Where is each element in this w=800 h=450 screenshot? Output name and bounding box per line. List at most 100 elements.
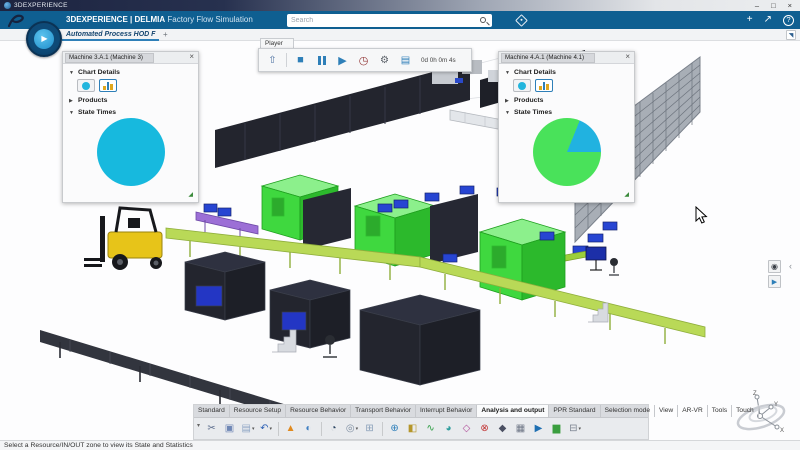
ribbon-tab[interactable]: View: [655, 405, 678, 417]
expand-icon[interactable]: ▶: [69, 98, 75, 104]
network-flow-icon[interactable]: ⊗: [476, 421, 494, 438]
collapse-icon[interactable]: ▼: [505, 110, 511, 116]
state-times-pie-chart: [97, 118, 165, 186]
event-list-icon[interactable]: ▤: [398, 53, 413, 68]
search-icon[interactable]: [480, 17, 486, 23]
capture-window-icon[interactable]: ⊞: [361, 421, 379, 438]
chart-context-icon[interactable]: ◢: [188, 191, 193, 198]
fullscreen-toggle-icon[interactable]: ◥: [786, 30, 796, 40]
maximize-button[interactable]: □: [771, 1, 776, 11]
state-times-pie-chart: [533, 118, 601, 186]
app-bar: ▶ 3DEXPERIENCE | DELMIA Factory Flow Sim…: [0, 11, 800, 29]
bar-chart-icon: [539, 82, 549, 90]
player-settings-icon[interactable]: ⚙: [377, 53, 392, 68]
compass-y-label[interactable]: Y: [774, 402, 778, 408]
ribbon-tab[interactable]: AR-VR: [678, 405, 708, 417]
stop-button[interactable]: ■: [293, 53, 308, 68]
collapse-icon[interactable]: ▼: [69, 70, 75, 76]
close-icon[interactable]: ×: [625, 52, 630, 61]
panel-header[interactable]: Machine 4.A.1 (Machine 4.1) ×: [499, 52, 634, 64]
pie-chart-type-button[interactable]: [77, 79, 95, 92]
add-content-button[interactable]: +: [747, 14, 753, 26]
compass-z-label[interactable]: Z: [753, 391, 757, 397]
foreground-conveyor[interactable]: [40, 330, 310, 404]
compass-3d-badge[interactable]: ▶: [26, 21, 62, 57]
search-box[interactable]: [287, 14, 492, 27]
panel-title: Machine 4.A.1 (Machine 4.1): [501, 53, 595, 63]
pie-chart-icon: [518, 82, 526, 90]
tag-icon[interactable]: [515, 14, 528, 27]
ribbon-tab[interactable]: Interrupt Behavior: [416, 405, 477, 417]
help-icon[interactable]: ?: [783, 15, 794, 26]
probe-icon[interactable]: ◎▾: [343, 421, 361, 438]
line-chart-icon[interactable]: ∿: [422, 421, 440, 438]
ribbon-tab[interactable]: Resource Behavior: [286, 405, 351, 417]
player-tab[interactable]: Player: [260, 38, 294, 48]
simulation-time-icon[interactable]: ◔: [325, 421, 343, 438]
state-profile-icon[interactable]: ◕: [440, 421, 458, 438]
panel-header[interactable]: Machine 3.A.1 (Machine 3) ×: [63, 52, 198, 64]
ribbon-tab[interactable]: PPR Standard: [549, 405, 600, 417]
play-button[interactable]: ▶: [335, 53, 350, 68]
close-icon[interactable]: ×: [189, 52, 194, 61]
pie-chart-icon: [82, 82, 90, 90]
pause-button[interactable]: [314, 53, 329, 68]
chevron-left-icon[interactable]: ‹: [789, 261, 792, 271]
chart-details-label: Chart Details: [514, 69, 556, 76]
undo-icon[interactable]: ↶▾: [257, 421, 275, 438]
measure-icon[interactable]: ◇: [458, 421, 476, 438]
player-panel: Player ⇧ ■ ▶ ◷ ⚙ ▤ 0d 0h 0m 4s: [258, 38, 472, 72]
update-status-icon[interactable]: ⊕: [386, 421, 404, 438]
collapse-icon[interactable]: ▼: [69, 110, 75, 116]
compass-x-label[interactable]: X: [780, 428, 784, 434]
replay-icon[interactable]: ▶: [530, 421, 548, 438]
chart-context-icon[interactable]: ◢: [624, 191, 629, 198]
walk-mode-icon[interactable]: ▶: [768, 275, 781, 288]
gantt-table-icon[interactable]: ▦: [512, 421, 530, 438]
ribbon-tab[interactable]: Standard: [194, 405, 230, 417]
foreground-machines[interactable]: [185, 252, 480, 385]
ribbon-tab[interactable]: Resource Setup: [230, 405, 286, 417]
separator[interactable]: [382, 422, 383, 436]
close-button[interactable]: ×: [788, 1, 792, 11]
bar-chart-type-button[interactable]: [535, 79, 553, 92]
paste-icon[interactable]: ▤▾: [239, 421, 257, 438]
camera-capture-icon[interactable]: ◉: [768, 260, 781, 273]
separator[interactable]: [321, 422, 322, 436]
player-separator: [286, 53, 287, 67]
ribbon-tab[interactable]: Selection mode: [601, 405, 655, 417]
window-title: 3DEXPERIENCE: [14, 2, 68, 9]
separator[interactable]: [278, 422, 279, 436]
worker-analysis-icon[interactable]: ◆: [494, 421, 512, 438]
histogram-icon[interactable]: ▆: [548, 421, 566, 438]
cut-icon[interactable]: ✂: [203, 421, 221, 438]
monitor-workstation[interactable]: [586, 247, 619, 275]
ribbon-tab[interactable]: Transport Behavior: [351, 405, 416, 417]
window-titlebar: 3DEXPERIENCE – □ ×: [0, 0, 800, 11]
share-icon[interactable]: ↗: [764, 14, 772, 26]
search-input[interactable]: [287, 17, 480, 24]
new-tab-button[interactable]: +: [163, 30, 168, 39]
export-simulation-icon[interactable]: ⇧: [265, 53, 280, 68]
forklift[interactable]: [84, 208, 162, 270]
copy-icon[interactable]: ▣: [221, 421, 239, 438]
panel-title: Machine 3.A.1 (Machine 3): [65, 53, 154, 63]
export-results-icon[interactable]: ⊟▾: [566, 421, 584, 438]
simulation-speed-icon[interactable]: ◷: [356, 53, 371, 68]
swap-resource-icon[interactable]: ◐: [300, 421, 318, 438]
ribbon-tab[interactable]: Analysis and output: [477, 405, 549, 417]
ribbon-overflow-icon[interactable]: ▾: [197, 422, 200, 429]
collapse-icon[interactable]: ▼: [505, 70, 511, 76]
bar-chart-type-button[interactable]: [99, 79, 117, 92]
ribbon-icon-strip: ✂▣▤▾↶▾ ▲◐ ◔◎▾⊞ ⊕◧∿◕◇⊗◆▦▶▆⊟▾: [203, 421, 584, 438]
value-tracking-icon[interactable]: ◧: [404, 421, 422, 438]
pie-chart-type-button[interactable]: [513, 79, 531, 92]
brand-divider: |: [130, 15, 132, 24]
robot-teach-icon[interactable]: ▲: [282, 421, 300, 438]
machine3-stats-panel: Machine 3.A.1 (Machine 3) × ▼ Chart Deta…: [62, 51, 199, 203]
document-tab-active[interactable]: Automated Process HOD F: [62, 29, 159, 41]
expand-icon[interactable]: ▶: [505, 98, 511, 104]
minimize-button[interactable]: –: [755, 1, 759, 11]
ribbon-tab[interactable]: Tools: [708, 405, 732, 417]
ribbon-tab[interactable]: Touch: [732, 405, 759, 417]
